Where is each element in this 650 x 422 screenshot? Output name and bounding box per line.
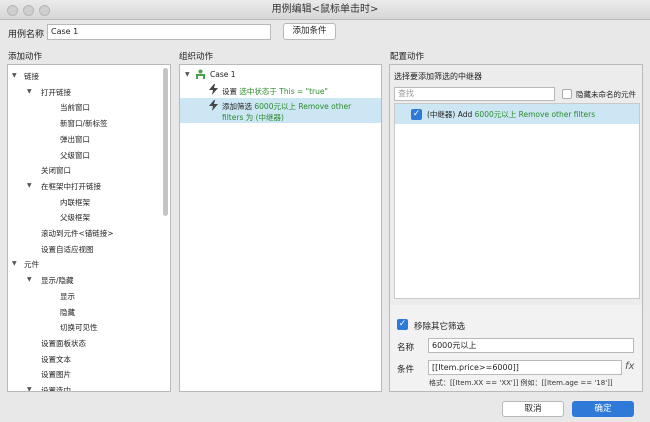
case-label[interactable]: Case 1 <box>210 70 236 79</box>
action-tree-item[interactable]: 设置选中 <box>41 385 71 391</box>
remove-other-filters-label: 移除其它筛选 <box>414 322 466 332</box>
action-tree-item[interactable]: 滚动到元件<锚链接> <box>41 228 114 239</box>
action-tree-item[interactable]: 弹出窗口 <box>60 134 90 145</box>
action-bolt-icon <box>209 100 218 111</box>
tree-expand-icon[interactable]: ▼ <box>12 72 17 79</box>
case-name-label: 用例名称 <box>8 30 45 40</box>
window-title: 用例编辑<鼠标单击时> <box>271 4 379 15</box>
fx-icon[interactable]: fx <box>625 361 634 372</box>
action-tree-item[interactable]: 内联框架 <box>60 197 90 208</box>
action-tree-item[interactable]: 关闭窗口 <box>41 165 71 176</box>
hide-unnamed-checkbox[interactable] <box>562 89 572 99</box>
left-scrollbar[interactable] <box>163 68 168 216</box>
action-tree-item[interactable]: 父级框架 <box>60 212 90 223</box>
tree-expand-icon[interactable]: ▼ <box>27 276 32 283</box>
action-tree-item[interactable]: 设置文本 <box>41 354 71 365</box>
add-condition-button[interactable]: 添加条件 <box>283 23 336 40</box>
repeater-item-label: (中继器) Add 6000元以上 Remove other filters <box>427 109 595 120</box>
add-action-title: 添加动作 <box>8 52 43 62</box>
organize-action-title: 组织动作 <box>179 52 214 62</box>
action-tree-item[interactable]: 元件 <box>24 259 39 270</box>
action-bolt-icon <box>209 84 218 95</box>
action-add-filter-line1: 添加筛选 6000元以上 Remove other <box>222 101 351 112</box>
configure-action-title: 配置动作 <box>390 52 425 62</box>
close-window-icon[interactable] <box>7 5 18 16</box>
action-tree-item[interactable]: 隐藏 <box>60 307 75 318</box>
filter-name-label: 名称 <box>397 343 415 353</box>
action-tree-item[interactable]: 在框架中打开链接 <box>41 181 101 192</box>
action-tree-item[interactable]: 设置面板状态 <box>41 338 86 349</box>
cancel-button[interactable]: 取消 <box>502 401 564 417</box>
action-add-filter-prefix: 添加筛选 <box>222 102 252 111</box>
case-expand-icon[interactable]: ▼ <box>185 71 190 78</box>
repeater-item-prefix: (中继器) Add <box>427 110 473 119</box>
action-set-detail: 选中状态于 This = "true" <box>239 87 328 96</box>
configure-action-panel: 选择要添加筛选的中继器 查找 隐藏未命名的元件 ✓ (中继器) Add 6000… <box>389 64 643 392</box>
tree-expand-icon[interactable]: ▼ <box>12 260 17 267</box>
window-titlebar: 用例编辑<鼠标单击时> <box>0 0 650 20</box>
action-tree-item[interactable]: 新窗口/新标签 <box>60 118 108 129</box>
case-name-input[interactable]: Case 1 <box>47 24 271 40</box>
repeater-item-detail: 6000元以上 Remove other filters <box>474 110 596 119</box>
action-tree-item[interactable]: 设置自适应视图 <box>41 244 94 255</box>
tree-expand-icon[interactable]: ▼ <box>27 182 32 189</box>
action-tree-item[interactable]: 当前窗口 <box>60 102 90 113</box>
action-tree-item[interactable]: 打开链接 <box>41 87 71 98</box>
tree-expand-icon[interactable]: ▼ <box>27 88 32 95</box>
filter-condition-label: 条件 <box>397 365 415 375</box>
remove-other-filters-checkbox[interactable]: ✓ <box>397 319 408 330</box>
repeater-list: ✓ (中继器) Add 6000元以上 Remove other filters <box>394 103 640 299</box>
action-add-filter-detail2: filters 为 (中继器) <box>222 113 284 122</box>
filter-condition-input[interactable]: [[Item.price>=6000]] <box>428 360 622 375</box>
repeater-search-input[interactable]: 查找 <box>394 87 555 101</box>
action-tree-item[interactable]: 链接 <box>24 71 39 82</box>
repeater-item-checkbox[interactable]: ✓ <box>411 109 422 120</box>
action-tree-item[interactable]: 切换可见性 <box>60 322 98 333</box>
action-set-selected[interactable]: 设置 选中状态于 This = "true" <box>222 86 328 97</box>
ok-button[interactable]: 确定 <box>572 401 634 417</box>
action-tree-item[interactable]: 显示/隐藏 <box>41 275 74 286</box>
minimize-window-icon[interactable] <box>23 5 34 16</box>
action-tree-item[interactable]: 父级窗口 <box>60 150 90 161</box>
action-tree-item[interactable]: 显示 <box>60 291 75 302</box>
add-action-panel: ▼ 链接 ▼ 打开链接当前窗口新窗口/新标签 弹出窗口父级窗口关闭窗口 ▼ 在框架中打开链接… <box>7 64 171 392</box>
action-tree-item[interactable]: 设置图片 <box>41 369 71 380</box>
hide-unnamed-label: 隐藏未命名的元件 <box>576 90 636 99</box>
action-set-prefix: 设置 <box>222 87 237 96</box>
organize-action-panel: ▼ Case 1 设置 选中状态于 This = "true" 添加筛选 600… <box>179 64 382 392</box>
tree-expand-icon[interactable]: ▼ <box>27 386 32 391</box>
case-icon <box>196 69 205 79</box>
condition-format-hint: 格式：[[Item.XX == 'XX']] 例如：[[Item.age == … <box>429 379 613 387</box>
zoom-window-icon[interactable] <box>39 5 50 16</box>
repeater-select-title: 选择要添加筛选的中继器 <box>394 72 482 81</box>
action-add-filter-detail1: 6000元以上 Remove other <box>254 102 352 111</box>
filter-name-input[interactable]: 6000元以上 <box>428 338 634 353</box>
